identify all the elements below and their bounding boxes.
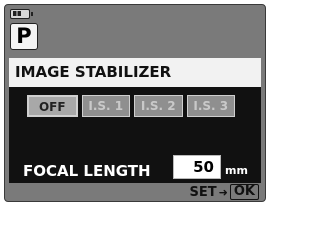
focal-length-value[interactable]: 50 [173, 155, 221, 179]
stabilizer-options: OFF I.S. 1 I.S. 2 I.S. 3 [27, 95, 235, 117]
focal-length-label: FOCAL LENGTH [23, 162, 151, 180]
menu-title: IMAGE STABILIZER [9, 58, 261, 87]
battery-icon [10, 9, 33, 19]
shooting-mode-badge: P [10, 23, 38, 50]
camera-menu-screen: P IMAGE STABILIZER OFF I.S. 1 I.S. 2 I.S… [4, 4, 266, 202]
footer-hint: SET ➜ OK [190, 183, 259, 201]
option-is3[interactable]: I.S. 3 [186, 95, 235, 117]
option-off[interactable]: OFF [27, 95, 78, 117]
focal-length-unit: mm [225, 164, 248, 177]
ok-button[interactable]: OK [229, 184, 259, 200]
option-is1[interactable]: I.S. 1 [81, 95, 130, 117]
set-label: SET [189, 184, 217, 200]
option-is2[interactable]: I.S. 2 [134, 95, 183, 117]
arrow-right-icon: ➜ [218, 185, 228, 199]
